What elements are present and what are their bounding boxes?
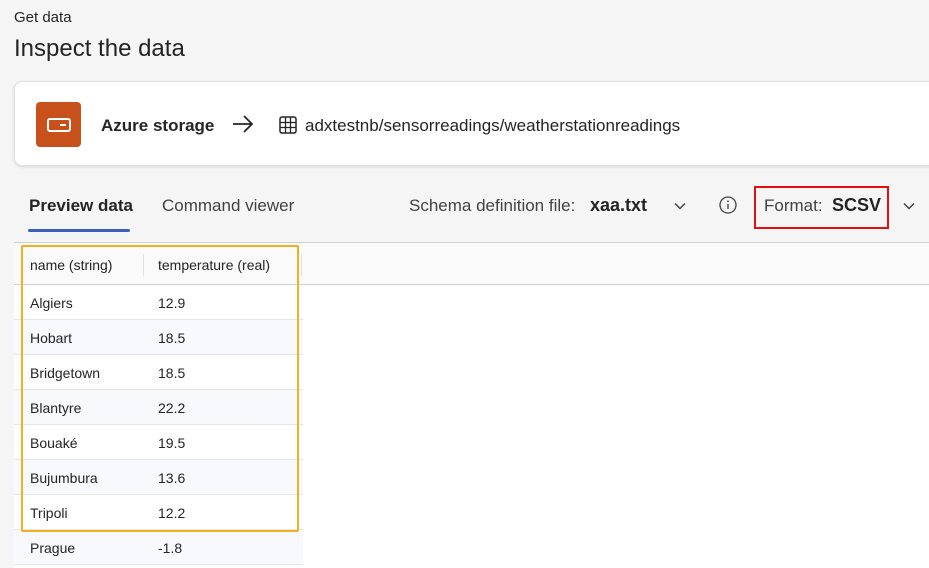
table-row: Prague -1.8 [14, 530, 303, 565]
cell-name: Tripoli [30, 505, 68, 521]
info-icon[interactable] [719, 196, 737, 214]
preview-grid: name (string) temperature (real) Algiers… [14, 242, 929, 568]
column-header-name[interactable]: name (string) [30, 257, 112, 273]
format-value[interactable]: SCSV [832, 195, 881, 216]
table-row: Blantyre 22.2 [14, 390, 303, 425]
page-title: Inspect the data [14, 35, 185, 62]
cell-name: Blantyre [30, 400, 82, 416]
table-icon [279, 116, 297, 134]
chevron-down-icon[interactable] [903, 202, 915, 210]
source-path: adxtestnb/sensorreadings/weatherstationr… [305, 116, 681, 135]
tab-preview-data[interactable]: Preview data [29, 196, 133, 216]
format-label: Format: [764, 196, 823, 215]
chevron-down-icon[interactable] [674, 202, 686, 210]
table-row: Bujumbura 13.6 [14, 460, 303, 495]
tab-command-viewer[interactable]: Command viewer [162, 196, 294, 216]
arrow-right-icon [233, 115, 254, 133]
table-row: Bouaké 19.5 [14, 425, 303, 460]
cell-temperature: 12.2 [158, 505, 186, 521]
cell-name: Bujumbura [30, 470, 98, 486]
column-separator[interactable] [143, 254, 144, 276]
grid-rows: Algiers 12.9 Hobart 18.5 Bridgetown 18.5… [14, 285, 303, 565]
column-header-temperature[interactable]: temperature (real) [158, 257, 270, 273]
source-card: Azure storage adxtestnb/sensorreadings/w… [14, 81, 929, 166]
cell-temperature: 12.9 [158, 295, 186, 311]
table-row: Bridgetown 18.5 [14, 355, 303, 390]
grid-header: name (string) temperature (real) [14, 242, 929, 285]
cell-temperature: 22.2 [158, 400, 186, 416]
cell-temperature: 19.5 [158, 435, 186, 451]
storage-icon [36, 102, 81, 147]
cell-name: Prague [30, 540, 76, 556]
table-row: Hobart 18.5 [14, 320, 303, 355]
source-type-label: Azure storage [101, 116, 215, 135]
cell-temperature: 18.5 [158, 365, 186, 381]
page-header-small: Get data [14, 9, 72, 26]
schema-definition-value[interactable]: xaa.txt [590, 195, 647, 216]
schema-definition-label: Schema definition file: [409, 196, 576, 215]
table-row: Tripoli 12.2 [14, 495, 303, 530]
cell-name: Algiers [30, 295, 73, 311]
cell-name: Hobart [30, 330, 73, 346]
tab-selected-indicator [28, 229, 130, 232]
table-row: Algiers 12.9 [14, 285, 303, 320]
cell-temperature: 13.6 [158, 470, 186, 486]
cell-temperature: -1.8 [158, 540, 183, 556]
cell-name: Bouaké [30, 435, 78, 451]
cell-temperature: 18.5 [158, 330, 186, 346]
column-separator[interactable] [301, 254, 302, 276]
cell-name: Bridgetown [30, 365, 101, 381]
